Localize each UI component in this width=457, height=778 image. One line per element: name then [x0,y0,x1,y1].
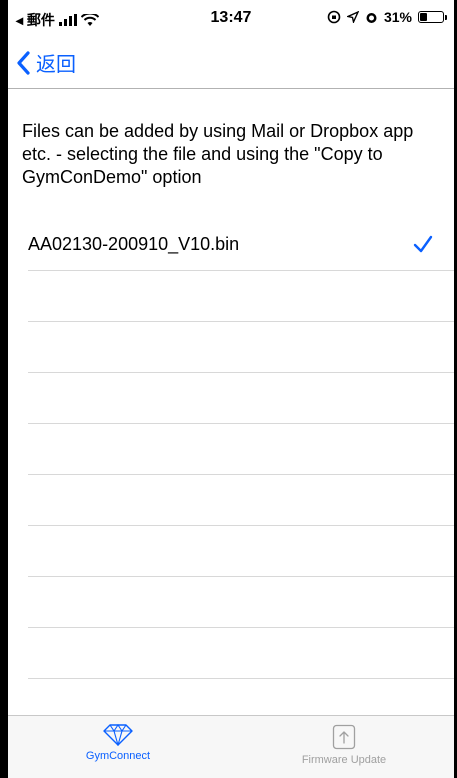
diamond-icon [103,724,133,746]
location-icon [346,11,359,23]
file-name[interactable]: AA02130-200910_V10.bin [28,234,239,255]
orientation-lock-icon [327,10,341,24]
tab-firmware-update[interactable]: Firmware Update [264,724,424,766]
alarm-icon [366,12,377,23]
phone-screen: ◂ 郵件 13:47 31% 返回 Files can be added by … [8,0,454,778]
instructions-text: Files can be added by using Mail or Drop… [22,121,414,187]
row-separator [28,627,454,628]
back-button[interactable]: 返回 [16,48,76,77]
battery-percent: 31% [383,9,412,25]
upload-icon [332,724,356,750]
row-separator [28,525,454,526]
checkmark-icon [413,235,433,253]
battery-icon [418,11,447,23]
row-separator [28,474,454,475]
row-separator [28,576,454,577]
tab-firmware-update-label[interactable]: Firmware Update [264,754,424,766]
status-right: 31% [327,9,447,25]
file-list-item[interactable]: AA02130-200910_V10.bin [8,224,454,270]
battery-fill [420,13,427,21]
row-separator [28,321,454,322]
status-bar: ◂ 郵件 13:47 31% [8,0,454,38]
tab-bar: GymConnect Firmware Update [8,715,454,778]
row-separator [28,423,454,424]
navigation-bar: 返回 [8,38,454,89]
row-separator [28,372,454,373]
chevron-left-icon [17,50,30,75]
row-separator [28,678,454,679]
tab-gymconnect-label[interactable]: GymConnect [38,750,198,762]
tab-gymconnect[interactable]: GymConnect [38,724,198,762]
back-button-label[interactable]: 返回 [36,48,76,77]
row-separator [28,270,454,271]
